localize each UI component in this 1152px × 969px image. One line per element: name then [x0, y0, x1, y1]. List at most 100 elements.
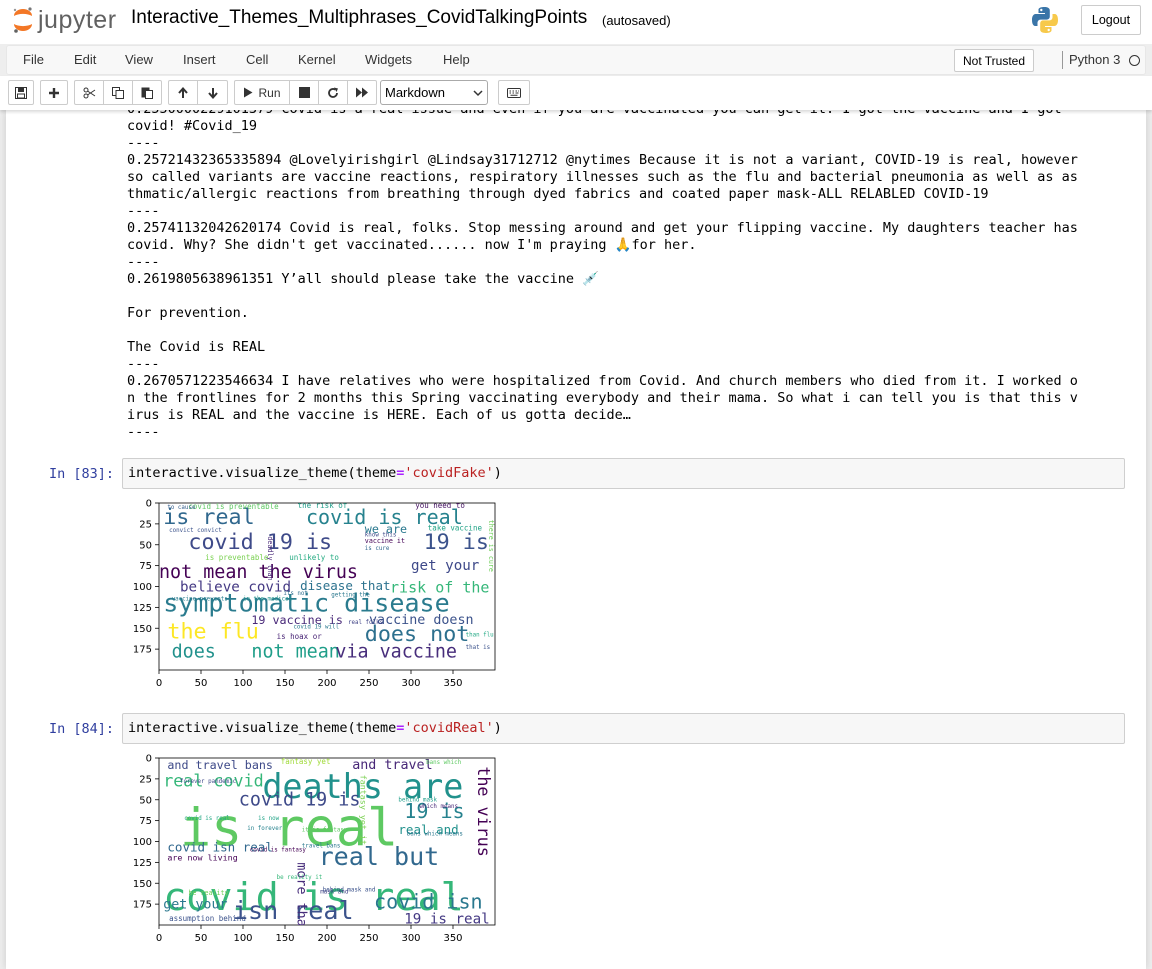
- command-palette-button[interactable]: [498, 80, 530, 105]
- code-close: ): [493, 720, 502, 736]
- output-line: ----: [127, 424, 160, 440]
- y-tick-label: 100: [133, 582, 152, 593]
- menu-help[interactable]: Help: [443, 52, 470, 67]
- x-tick-label: 350: [443, 933, 462, 944]
- y-tick-label: 0: [146, 499, 152, 510]
- jupyter-logo[interactable]: jupyter: [11, 5, 117, 35]
- move-down-button[interactable]: [197, 80, 228, 105]
- menu-cell[interactable]: Cell: [246, 52, 268, 67]
- output-line: so called variants are vaccine reactions…: [127, 169, 1078, 185]
- y-tick-label: 25: [139, 519, 152, 530]
- wordcloud-word: unlikely to: [289, 553, 339, 562]
- x-tick-label: 200: [317, 933, 336, 944]
- wordcloud-word: get your: [163, 897, 227, 912]
- wordcloud-word: covid is preventable: [188, 502, 279, 511]
- restart-run-all-button[interactable]: [347, 80, 377, 105]
- x-tick-label: 100: [233, 678, 252, 689]
- wordcloud-word: more than: [294, 862, 309, 934]
- wordcloud-word: and travel bans: [167, 758, 273, 772]
- menu-view[interactable]: View: [125, 52, 153, 67]
- menubar: File Edit View Insert Cell Kernel Widget…: [6, 45, 1146, 75]
- wordcloud-word: take vaccine: [428, 524, 483, 533]
- y-tick-label: 125: [133, 603, 152, 614]
- interrupt-button[interactable]: [289, 80, 319, 105]
- wordcloud-word: in the medical: [243, 597, 292, 603]
- wordcloud-word: travel bans: [302, 843, 341, 849]
- output-line: ----: [127, 254, 160, 270]
- wordcloud-word: covid 19 will: [293, 624, 339, 630]
- wordcloud-plot-covidReal: is realcovid is realdeaths areisn real co…: [133, 754, 496, 944]
- wordcloud-word: assumption behind: [169, 914, 246, 923]
- output-line: The Covid is REAL: [127, 339, 266, 355]
- cell-type-select[interactable]: Markdown: [380, 80, 488, 105]
- wordcloud-word: does: [172, 641, 216, 662]
- wordcloud-word: disease that: [300, 578, 390, 593]
- paste-button[interactable]: [132, 80, 162, 105]
- run-button[interactable]: Run: [234, 80, 290, 105]
- y-tick-label: 25: [139, 774, 152, 785]
- code-cell-84[interactable]: interactive.visualize_theme(theme='covid…: [122, 713, 1125, 744]
- wordcloud-word: behind mask: [398, 797, 437, 803]
- code-cell-83[interactable]: interactive.visualize_theme(theme='covid…: [122, 458, 1125, 489]
- not-trusted-badge[interactable]: Not Trusted: [954, 49, 1034, 72]
- move-up-button[interactable]: [168, 80, 198, 105]
- save-button[interactable]: [8, 80, 34, 105]
- wordcloud-word: which means: [419, 804, 458, 810]
- wordcloud-word: be reality: [188, 889, 228, 897]
- restart-icon: [328, 87, 338, 98]
- menu-widgets[interactable]: Widgets: [365, 52, 412, 67]
- logout-button[interactable]: Logout: [1081, 5, 1141, 35]
- code-kwarg: theme: [355, 465, 397, 481]
- save-icon: [15, 86, 27, 99]
- x-tick-label: 200: [317, 678, 336, 689]
- wordcloud-word: not mean: [251, 641, 339, 662]
- wordcloud-word: the risk of: [298, 501, 348, 510]
- restart-kernel-button[interactable]: [318, 80, 348, 105]
- x-tick-label: 250: [359, 678, 378, 689]
- wordcloud-word: covid is fantasy: [250, 848, 307, 854]
- x-tick-label: 300: [401, 933, 420, 944]
- wordcloud-word: fantasy yet it: [359, 775, 369, 845]
- kernel-name: Python 3: [1069, 52, 1121, 67]
- x-tick-label: 0: [156, 933, 162, 944]
- wordcloud-word: are now living: [167, 853, 237, 863]
- y-tick-label: 75: [139, 561, 152, 572]
- output-line: covid. Why? She didn't get vaccinated...…: [127, 237, 697, 253]
- wordcloud-word: that is: [466, 645, 491, 651]
- output-line: 0.2619805638961351 Y’all should please t…: [127, 271, 599, 287]
- jupyter-logo-text: jupyter: [38, 5, 117, 34]
- output-line: ----: [127, 135, 160, 151]
- y-tick-label: 100: [133, 837, 152, 848]
- wordcloud-word: get your: [411, 558, 479, 574]
- menu-insert[interactable]: Insert: [183, 52, 216, 67]
- wordcloud-word: real folks: [348, 620, 383, 626]
- toolbar: Run Markdown: [0, 76, 1152, 110]
- wordcloud-word: vaccine prevents: [172, 597, 228, 603]
- code-func: interactive.visualize_theme(: [128, 465, 356, 481]
- wordcloud-word: is cure: [365, 546, 390, 552]
- wordcloud-word: deadly than: [266, 536, 274, 580]
- menu-file[interactable]: File: [23, 52, 44, 67]
- keyboard-icon: [507, 87, 521, 98]
- y-tick-label: 75: [139, 816, 152, 827]
- x-tick-label: 50: [195, 933, 208, 944]
- code-func: interactive.visualize_theme(: [128, 720, 356, 736]
- x-tick-label: 0: [156, 678, 162, 689]
- output-line: covid! #Covid_19: [127, 118, 258, 134]
- wordcloud-word: you need to: [415, 501, 465, 510]
- menu-kernel[interactable]: Kernel: [298, 52, 336, 67]
- y-tick-label: 175: [133, 645, 152, 656]
- copy-button[interactable]: [103, 80, 133, 105]
- notebook-title[interactable]: Interactive_Themes_Multiphrases_CovidTal…: [131, 7, 587, 29]
- wordcloud-word: bans which: [426, 760, 461, 766]
- wordcloud-word: convict convict: [169, 528, 222, 534]
- wordcloud-word: risk of the: [390, 578, 489, 596]
- menu-edit[interactable]: Edit: [74, 52, 96, 67]
- x-tick-label: 150: [275, 933, 294, 944]
- chevron-down-icon: [473, 90, 483, 97]
- scissors-icon: [83, 87, 95, 98]
- code-close: ): [493, 465, 502, 481]
- insert-cell-button[interactable]: [40, 80, 68, 105]
- wordcloud-word: is preventable: [205, 553, 269, 562]
- cut-button[interactable]: [74, 80, 104, 105]
